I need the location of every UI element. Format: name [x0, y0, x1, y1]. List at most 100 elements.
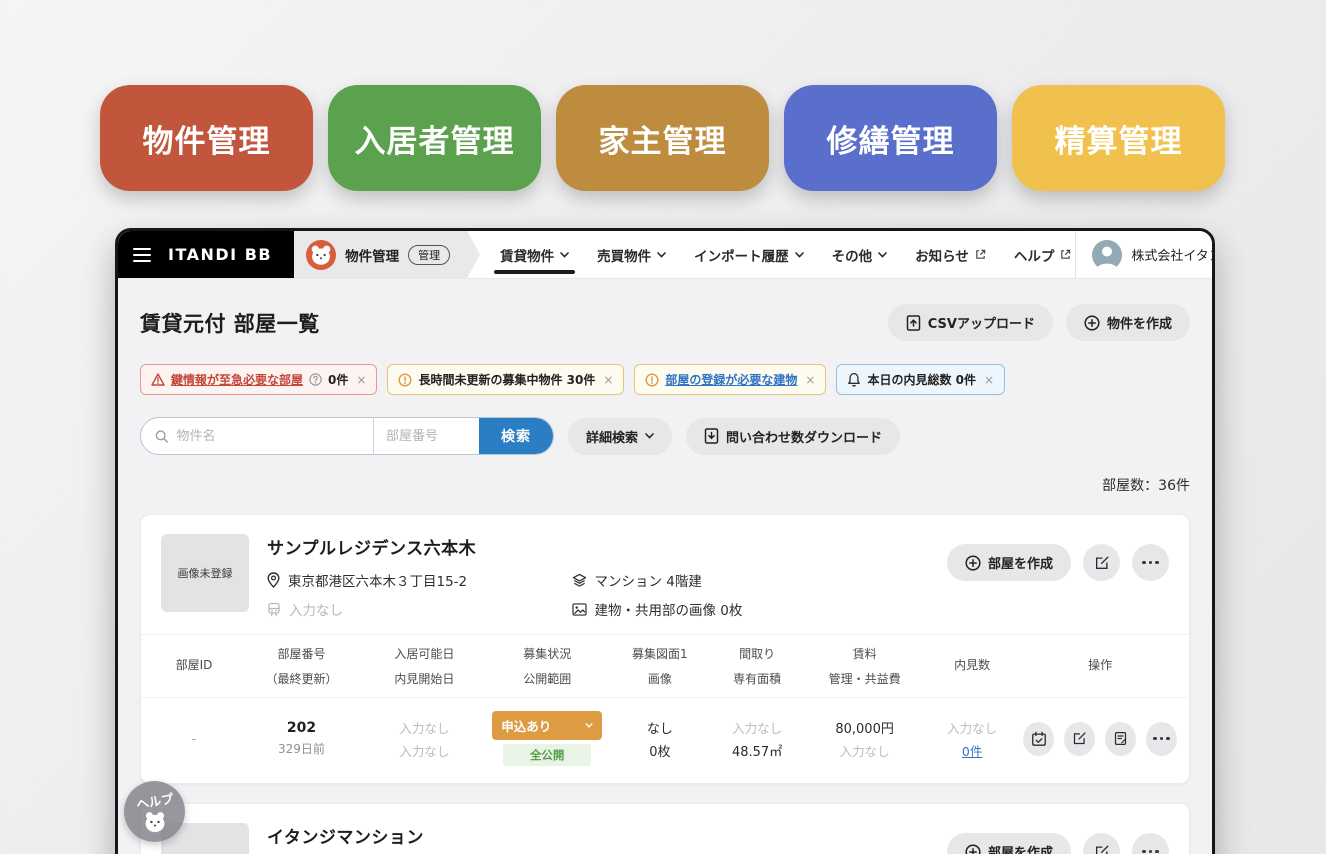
csv-upload-button[interactable]: CSVアップロード	[888, 304, 1053, 341]
create-room-button[interactable]: 部屋を作成	[947, 544, 1071, 581]
room-number-input[interactable]	[386, 429, 467, 444]
close-icon[interactable]: ×	[984, 373, 994, 387]
quick-menu: 物件管理 入居者管理 家主管理 修繕管理 精算管理	[100, 85, 1225, 191]
chevron-down-icon	[645, 433, 654, 439]
alert-link[interactable]: 鍵情報が至急必要な部屋	[171, 371, 303, 388]
calendar-check-icon	[1031, 731, 1047, 747]
search-row: 検索 詳細検索 問い合わせ数ダウンロード	[140, 417, 1190, 455]
close-icon[interactable]: ×	[805, 373, 815, 387]
link-label: お知らせ	[915, 245, 969, 265]
inquiry-download-label: 問い合わせ数ダウンロード	[726, 427, 882, 446]
alert-buildings-need-rooms: 部屋の登録が必要な建物 ×	[634, 364, 826, 395]
map-pin-icon	[267, 572, 280, 588]
hamburger-menu-icon[interactable]	[133, 248, 151, 262]
warning-triangle-icon	[151, 373, 165, 386]
edit-property-button[interactable]	[1083, 833, 1120, 854]
more-actions-button[interactable]	[1146, 722, 1177, 756]
chevron-down-icon	[657, 252, 666, 258]
viewing-count-link[interactable]: 0件	[921, 741, 1023, 760]
account-name: 株式会社イタンジ企画	[1131, 245, 1215, 264]
chevron-down-icon	[585, 723, 593, 728]
pill-settlement-management[interactable]: 精算管理	[1012, 85, 1225, 191]
file-upload-icon	[906, 315, 921, 331]
search-group: 検索	[140, 417, 554, 455]
image-icon	[572, 603, 587, 616]
property-card: 画像未登録 サンプルレジデンス六本木 東京都港区六本木３丁目15-2 マンション…	[140, 514, 1190, 784]
edit-icon	[1094, 844, 1110, 854]
room-id: -	[153, 732, 235, 746]
link-label: ヘルプ	[1014, 245, 1055, 265]
pill-owner-management[interactable]: 家主管理	[556, 85, 769, 191]
nav-right: 株式会社イタンジ企画	[1075, 231, 1215, 278]
close-icon[interactable]: ×	[603, 373, 613, 387]
document-edit-icon	[1113, 731, 1128, 746]
advanced-search-button[interactable]: 詳細検索	[568, 418, 672, 455]
pill-tenant-management[interactable]: 入居者管理	[328, 85, 541, 191]
inquiry-download-button[interactable]: 問い合わせ数ダウンロード	[686, 418, 900, 455]
edit-listing-button[interactable]	[1105, 722, 1136, 756]
tab-others[interactable]: その他	[832, 231, 888, 278]
status-label: 申込あり	[501, 716, 551, 735]
room-area: 48.57㎡	[706, 741, 808, 760]
app-window: ITANDI BB 物件管理 管理 賃貸物件 売買物件	[115, 228, 1215, 854]
page-title: 賃貸元付 部屋一覧	[140, 308, 320, 338]
property-station: 入力なし	[267, 599, 572, 619]
image-count: 0枚	[614, 741, 706, 760]
pill-label: 物件管理	[143, 116, 271, 161]
search-button[interactable]: 検索	[479, 418, 553, 454]
tab-import-history[interactable]: インポート履歴	[694, 231, 804, 278]
question-circle-icon	[309, 373, 322, 386]
create-room-button[interactable]: 部屋を作成	[947, 833, 1071, 854]
link-help[interactable]: ヘルプ	[1014, 231, 1072, 278]
info-circle-icon	[645, 373, 659, 387]
schedule-viewing-button[interactable]	[1023, 722, 1054, 756]
alert-text: 長時間未更新の募集中物件 30件	[418, 371, 595, 388]
bell-icon	[847, 372, 861, 387]
link-news[interactable]: お知らせ	[915, 231, 986, 278]
close-icon[interactable]: ×	[356, 373, 366, 387]
alert-todays-viewings: 本日の内見総数 0件 ×	[836, 364, 1005, 395]
edit-room-button[interactable]	[1064, 722, 1095, 756]
main-content: 賃貸元付 部屋一覧 CSVアップロード 物件を作成 鍵情報が至急必要な部屋 0件…	[118, 304, 1212, 854]
property-building-type: マンション 4階建	[572, 570, 929, 590]
product-breadcrumb: 物件管理 管理	[294, 231, 480, 278]
more-actions-button[interactable]	[1132, 833, 1169, 854]
tab-sale-properties[interactable]: 売買物件	[597, 231, 666, 278]
info-circle-icon	[398, 373, 412, 387]
create-property-button[interactable]: 物件を作成	[1066, 304, 1190, 341]
create-property-label: 物件を作成	[1107, 313, 1172, 332]
ellipsis-icon	[1153, 737, 1170, 741]
tab-rental-properties[interactable]: 賃貸物件	[500, 231, 569, 278]
file-download-icon	[704, 428, 719, 444]
tab-label: その他	[832, 245, 873, 265]
tab-label: インポート履歴	[694, 245, 789, 265]
edit-property-button[interactable]	[1083, 544, 1120, 581]
alert-stale-listings: 長時間未更新の募集中物件 30件 ×	[387, 364, 624, 395]
alert-link[interactable]: 部屋の登録が必要な建物	[665, 371, 797, 388]
status-dropdown[interactable]: 申込あり	[492, 711, 602, 740]
alert-text: 本日の内見総数 0件	[867, 371, 976, 388]
pill-property-management[interactable]: 物件管理	[100, 85, 313, 191]
edit-icon	[1072, 731, 1087, 746]
more-actions-button[interactable]	[1132, 544, 1169, 581]
pill-label: 精算管理	[1055, 116, 1183, 161]
help-floating-button[interactable]: ヘルプ	[124, 781, 185, 842]
train-icon	[267, 602, 281, 617]
ellipsis-icon	[1142, 850, 1159, 854]
create-room-label: 部屋を作成	[988, 842, 1053, 854]
alert-key-info-urgent: 鍵情報が至急必要な部屋 0件 ×	[140, 364, 377, 395]
app-logo[interactable]: ITANDI BB	[168, 245, 272, 264]
alert-count: 0件	[328, 371, 348, 388]
pill-repair-management[interactable]: 修繕管理	[784, 85, 997, 191]
nav-tabs: 賃貸物件 売買物件 インポート履歴 その他 お知らせ ヘルプ	[480, 231, 1075, 278]
account-menu[interactable]: 株式会社イタンジ企画	[1075, 231, 1215, 278]
property-name: イタンジマンション	[267, 823, 929, 848]
csv-upload-label: CSVアップロード	[928, 313, 1035, 332]
plus-circle-icon	[965, 844, 981, 854]
tab-label: 売買物件	[597, 245, 651, 265]
viewing-note: 入力なし	[921, 718, 1023, 737]
management-fee: 入力なし	[808, 741, 921, 760]
property-name-input[interactable]	[176, 429, 367, 444]
property-address: 東京都港区六本木３丁目15-2	[267, 570, 572, 590]
station-text: 入力なし	[289, 599, 343, 619]
